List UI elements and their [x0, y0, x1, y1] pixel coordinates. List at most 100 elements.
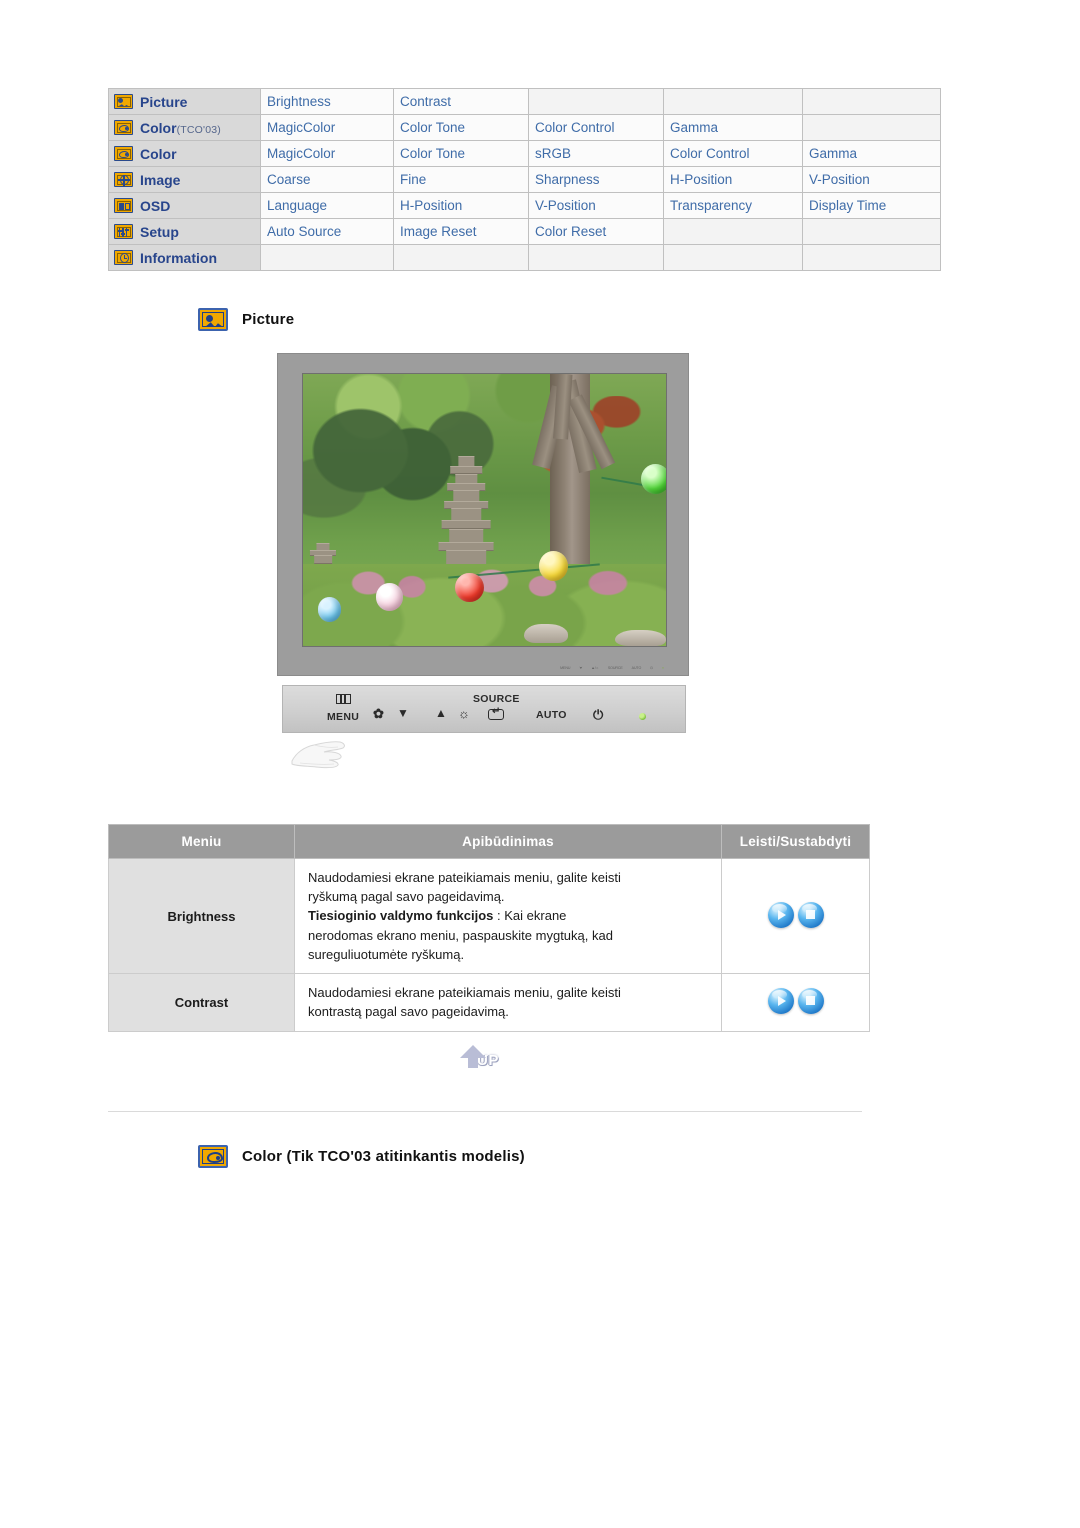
menu-map-item[interactable]: sRGB: [528, 140, 664, 167]
play-button[interactable]: [767, 987, 794, 1014]
desc-line: sureguliuotumėte ryškumą.: [308, 946, 465, 962]
desc-line: kontrastą pagal savo pageidavimą.: [308, 1004, 509, 1020]
menu-map-label-picture[interactable]: Picture: [108, 88, 261, 115]
menu-map-item[interactable]: Color Tone: [393, 114, 529, 141]
menu-map-item[interactable]: MagicColor: [260, 114, 394, 141]
stop-button[interactable]: [797, 901, 824, 928]
bezel-mini-label: ⮟: [579, 665, 583, 670]
table-row: Color(TCO'03) MagicColor Color Tone Colo…: [108, 114, 941, 141]
color-icon: [114, 120, 133, 135]
menu-map-label-information[interactable]: Information: [108, 244, 261, 271]
picture-icon: [114, 94, 133, 109]
menu-map-item-empty: [528, 88, 664, 115]
up-button-monitor[interactable]: ▲: [435, 706, 447, 721]
menu-map-item[interactable]: Auto Source: [260, 218, 394, 245]
menu-map-item[interactable]: Language: [260, 192, 394, 219]
column-header-description: Apibūdinimas: [294, 824, 722, 859]
triangle-up-icon: ▲: [435, 706, 448, 720]
bezel-mini-label: ▲/☼: [591, 665, 599, 670]
row-controls-contrast: [721, 973, 870, 1032]
auto-button-label: AUTO: [536, 708, 567, 721]
led-icon: [639, 713, 646, 720]
menu-map-item[interactable]: Display Time: [802, 192, 941, 219]
osd-menu-map-table: Picture Brightness Contrast Color(TCO'03…: [108, 88, 941, 271]
down-button[interactable]: ▼: [397, 706, 409, 721]
triangle-down-icon: ▼: [397, 706, 410, 720]
arrow-up-icon: [460, 1045, 486, 1069]
menu-map-item[interactable]: Coarse: [260, 166, 394, 193]
table-row: Picture Brightness Contrast: [108, 88, 941, 115]
monitor-illustration: MENU ⮟ ▲/☼ SOURCE AUTO ⏻ ● MENU ✿ ▼ ▲ ☼ …: [277, 353, 689, 769]
auto-button[interactable]: AUTO: [536, 709, 567, 722]
menu-map-item-empty: [260, 244, 394, 271]
menu-map-item[interactable]: Gamma: [802, 140, 941, 167]
menu-map-label-image[interactable]: Image: [108, 166, 261, 193]
menu-map-label-color-tco[interactable]: Color(TCO'03): [108, 114, 261, 141]
menu-map-label-text: Color: [140, 145, 177, 162]
table-row: Setup Auto Source Image Reset Color Rese…: [108, 218, 941, 245]
menu-bars-icon: [327, 693, 359, 709]
menu-map-item[interactable]: Brightness: [260, 88, 394, 115]
menu-map-item[interactable]: Gamma: [663, 114, 803, 141]
information-icon: [114, 250, 133, 265]
menu-map-item[interactable]: V-Position: [528, 192, 664, 219]
menu-map-item[interactable]: Color Reset: [528, 218, 664, 245]
color-section-heading: Color (Tik TCO'03 atitinkantis modelis): [198, 1145, 525, 1168]
power-indicator-led: [639, 713, 646, 720]
menu-map-item[interactable]: Transparency: [663, 192, 803, 219]
menu-description-table: Meniu Apibūdinimas Leisti/Sustabdyti Bri…: [108, 824, 870, 1032]
power-button[interactable]: ⏻: [593, 707, 604, 723]
bezel-mini-label: SOURCE: [607, 665, 623, 670]
menu-map-item-empty: [393, 244, 529, 271]
row-description-contrast: Naudodamiesi ekrane pateikiamais meniu, …: [294, 973, 722, 1032]
menu-map-item[interactable]: MagicColor: [260, 140, 394, 167]
play-button[interactable]: [767, 901, 794, 928]
menu-map-item-empty: [663, 218, 803, 245]
color-icon: [114, 146, 133, 161]
bezel-mini-label: MENU: [560, 665, 571, 670]
menu-map-label-osd[interactable]: OSD: [108, 192, 261, 219]
menu-map-item[interactable]: H-Position: [393, 192, 529, 219]
menu-button[interactable]: MENU: [327, 693, 359, 724]
menu-map-item[interactable]: Fine: [393, 166, 529, 193]
scroll-to-top-button[interactable]: UP: [460, 1042, 512, 1072]
stop-button[interactable]: [797, 987, 824, 1014]
scene-flowers: [303, 564, 666, 603]
menu-map-item[interactable]: Sharpness: [528, 166, 664, 193]
table-row: Color MagicColor Color Tone sRGB Color C…: [108, 140, 941, 167]
table-row: Contrast Naudodamiesi ekrane pateikiamai…: [108, 973, 870, 1032]
brightness-button[interactable]: ☼: [458, 706, 470, 722]
source-button[interactable]: SOURCE: [473, 693, 520, 724]
menu-map-label-text: Setup: [140, 223, 179, 240]
picture-icon: [198, 308, 228, 331]
lantern-yellow: [538, 550, 568, 581]
desc-line: Naudodamiesi ekrane pateikiamais meniu, …: [308, 985, 621, 1001]
menu-map-label-sub: (TCO'03): [176, 123, 222, 136]
menu-map-label-text: OSD: [140, 197, 171, 214]
magic-bright-button[interactable]: ✿: [373, 706, 384, 722]
menu-map-item[interactable]: H-Position: [663, 166, 803, 193]
menu-map-label-text: Color: [140, 119, 177, 136]
menu-map-item[interactable]: Image Reset: [393, 218, 529, 245]
menu-map-item[interactable]: Color Control: [528, 114, 664, 141]
desc-bold-lead: Tiesioginio valdymo funkcijos: [308, 908, 494, 924]
lantern-blue: [317, 597, 342, 622]
menu-map-label-setup[interactable]: Setup: [108, 218, 261, 245]
menu-map-item[interactable]: Contrast: [393, 88, 529, 115]
menu-map-label-color[interactable]: Color: [108, 140, 261, 167]
source-enter-icon: [488, 706, 505, 720]
menu-map-label-text: Picture: [140, 93, 188, 110]
desc-line: Naudodamiesi ekrane pateikiamais meniu, …: [308, 870, 621, 885]
menu-map-item[interactable]: V-Position: [802, 166, 941, 193]
page-title: Color (Tik TCO'03 atitinkantis modelis): [242, 1148, 525, 1165]
lantern-pink: [375, 583, 403, 611]
scene-trees: [303, 406, 565, 576]
scene-rock: [524, 624, 568, 644]
osd-icon: [114, 198, 133, 213]
table-header-row: Meniu Apibūdinimas Leisti/Sustabdyti: [108, 824, 870, 859]
menu-map-item-empty: [802, 88, 941, 115]
menu-map-item[interactable]: Color Control: [663, 140, 803, 167]
menu-map-item[interactable]: Color Tone: [393, 140, 529, 167]
setup-icon: [114, 224, 133, 239]
table-row: Image Coarse Fine Sharpness H-Position V…: [108, 166, 941, 193]
